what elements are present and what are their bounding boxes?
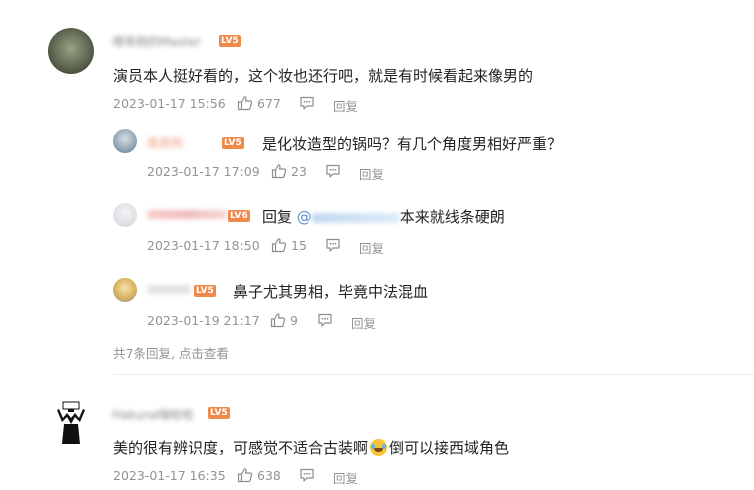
level-badge: LV5 xyxy=(222,137,244,149)
level-badge: LV6 xyxy=(228,210,250,222)
comment-text: 演员本人挺好看的，这个妆也还行吧，就是有时候看起来像男的 xyxy=(113,67,534,85)
thumbs-up-icon[interactable] xyxy=(237,95,253,111)
avatar-figure-icon xyxy=(57,401,85,444)
like-count: 677 xyxy=(257,96,281,111)
avatar[interactable] xyxy=(113,278,137,302)
divider xyxy=(113,374,754,375)
mention-link[interactable]: @ xyxy=(297,208,400,226)
avatar[interactable] xyxy=(113,203,137,227)
username-redacted[interactable] xyxy=(147,210,227,219)
like-count: 638 xyxy=(257,468,281,483)
reply-text: 是化妆造型的锅吗？有几个角度男相好严重？ xyxy=(262,135,563,153)
level-badge: LV5 xyxy=(194,285,216,297)
like-count: 23 xyxy=(291,164,307,179)
timestamp: 2023-01-19 21:17 xyxy=(147,313,260,328)
username[interactable]: 南昌狗 xyxy=(147,134,183,151)
timestamp: 2023-01-17 18:50 xyxy=(147,238,260,253)
thumbs-up-icon[interactable] xyxy=(271,163,287,179)
comment-icon[interactable] xyxy=(325,237,341,253)
reply-button[interactable]: 回复 xyxy=(333,468,358,487)
reply-button[interactable]: 回复 xyxy=(359,238,384,257)
comment-text: 美的很有辨识度，可感觉不适合古装啊 倒可以接西域角色 xyxy=(113,439,510,457)
comment-icon[interactable] xyxy=(325,163,341,179)
reply-button[interactable]: 回复 xyxy=(359,164,384,183)
avatar[interactable] xyxy=(113,129,137,153)
timestamp: 2023-01-17 16:35 xyxy=(113,468,226,483)
reply-button[interactable]: 回复 xyxy=(351,313,376,332)
reply-body: 本来就线条硬朗 xyxy=(399,208,505,226)
level-badge: LV5 xyxy=(208,407,230,419)
like-count: 9 xyxy=(290,313,298,328)
username-redacted[interactable] xyxy=(147,285,191,294)
comment-icon[interactable] xyxy=(299,467,315,483)
reply-prefix: 回复 xyxy=(262,208,293,226)
thumbs-up-icon[interactable] xyxy=(237,467,253,483)
like-count: 15 xyxy=(291,238,307,253)
avatar[interactable] xyxy=(48,28,94,74)
thumbs-up-icon[interactable] xyxy=(270,312,286,328)
view-more-replies-link[interactable]: 共7条回复, 点击查看 xyxy=(113,343,229,362)
comment-icon[interactable] xyxy=(299,95,315,111)
username[interactable]: 喂帝刚的Master xyxy=(112,33,201,50)
reply-text: 回复 @ 本来就线条硬朗 xyxy=(262,206,505,227)
username[interactable]: Hakuna嗨哈哈 xyxy=(112,406,194,423)
reply-text: 鼻子尤其男相，毕竟中法混血 xyxy=(233,283,429,301)
reply-button[interactable]: 回复 xyxy=(333,96,358,115)
level-badge: LV5 xyxy=(219,35,241,47)
avatar[interactable] xyxy=(48,400,94,446)
comment-icon[interactable] xyxy=(317,312,333,328)
timestamp: 2023-01-17 17:09 xyxy=(147,164,260,179)
timestamp: 2023-01-17 15:56 xyxy=(113,96,226,111)
thumbs-up-icon[interactable] xyxy=(271,237,287,253)
face-with-tears-of-joy-icon xyxy=(370,439,388,456)
